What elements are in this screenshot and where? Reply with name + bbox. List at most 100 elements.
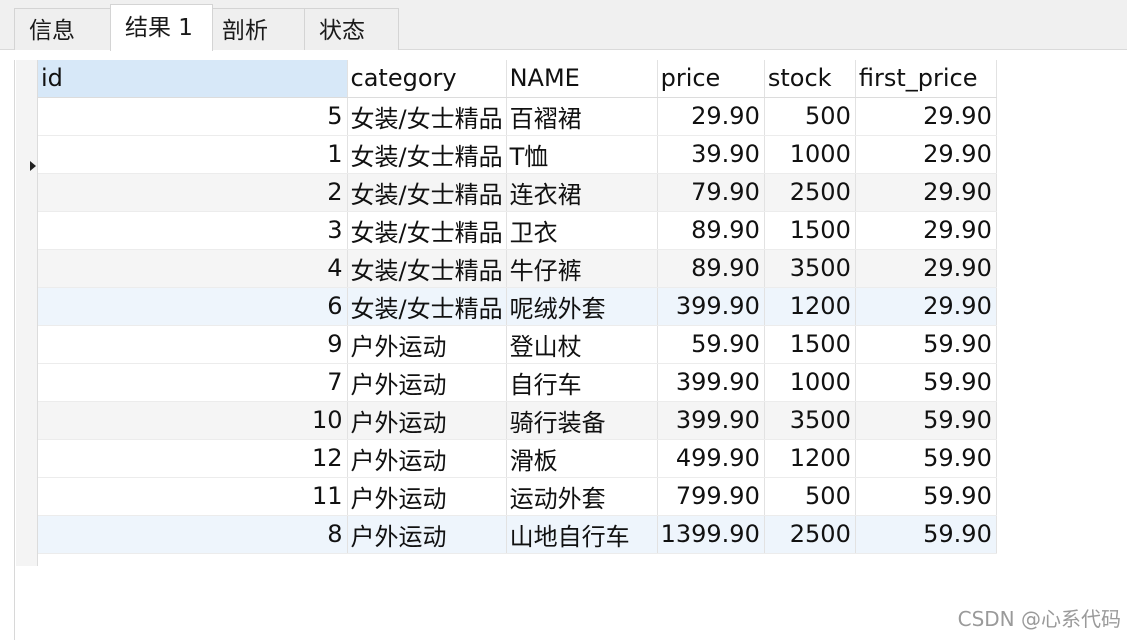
cell-category[interactable]: 户外运动 — [347, 401, 507, 440]
cell-price[interactable]: 29.90 — [657, 97, 765, 136]
cell-first-price[interactable]: 29.90 — [855, 211, 997, 250]
cell-stock[interactable]: 500 — [764, 477, 856, 516]
cell-name[interactable]: 连衣裙 — [506, 173, 658, 212]
watermark-text: CSDN @心系代码 — [957, 607, 1121, 631]
cell-category[interactable]: 户外运动 — [347, 477, 507, 516]
cell-id[interactable]: 12 — [38, 439, 348, 478]
cell-stock[interactable]: 1000 — [764, 363, 856, 402]
tab-bar: 信息 结果 1 剖析 状态 — [0, 0, 1127, 51]
cell-first-price[interactable]: 29.90 — [855, 135, 997, 174]
cell-price[interactable]: 399.90 — [657, 287, 765, 326]
cell-category[interactable]: 户外运动 — [347, 515, 507, 554]
cell-category[interactable]: 户外运动 — [347, 363, 507, 402]
cell-first-price[interactable]: 59.90 — [855, 477, 997, 516]
cell-first-price[interactable]: 59.90 — [855, 401, 997, 440]
table-row[interactable]: 11 户外运动 运动外套 799.90 500 59.90 — [38, 477, 997, 516]
cell-id[interactable]: 4 — [38, 249, 348, 288]
cell-first-price[interactable]: 29.90 — [855, 97, 997, 136]
cell-first-price[interactable]: 59.90 — [855, 439, 997, 478]
cell-name[interactable]: 骑行装备 — [506, 401, 658, 440]
column-header-price[interactable]: price — [657, 60, 765, 98]
table-row[interactable]: 2 女装/女士精品 连衣裙 79.90 2500 29.90 — [38, 173, 997, 212]
cell-id[interactable]: 10 — [38, 401, 348, 440]
cell-stock[interactable]: 1500 — [764, 325, 856, 364]
cell-stock[interactable]: 1200 — [764, 439, 856, 478]
cell-price[interactable]: 59.90 — [657, 325, 765, 364]
cell-name[interactable]: 牛仔裤 — [506, 249, 658, 288]
cell-price[interactable]: 399.90 — [657, 363, 765, 402]
cell-category[interactable]: 户外运动 — [347, 439, 507, 478]
cell-name[interactable]: 运动外套 — [506, 477, 658, 516]
column-header-category[interactable]: category — [347, 60, 507, 98]
cell-price[interactable]: 89.90 — [657, 249, 765, 288]
cell-name[interactable]: T恤 — [506, 135, 658, 174]
cell-id[interactable]: 1 — [38, 135, 348, 174]
cell-first-price[interactable]: 59.90 — [855, 515, 997, 554]
table-row[interactable]: 5 女装/女士精品 百褶裙 29.90 500 29.90 — [38, 97, 997, 136]
cell-id[interactable]: 3 — [38, 211, 348, 250]
cell-price[interactable]: 79.90 — [657, 173, 765, 212]
cell-stock[interactable]: 500 — [764, 97, 856, 136]
cell-stock[interactable]: 1000 — [764, 135, 856, 174]
column-header-name[interactable]: NAME — [506, 60, 658, 98]
cell-category[interactable]: 女装/女士精品 — [347, 173, 507, 212]
cell-category[interactable]: 户外运动 — [347, 325, 507, 364]
header-row: id category NAME price stock first_price — [38, 60, 997, 98]
cell-name[interactable]: 呢绒外套 — [506, 287, 658, 326]
row-indicator-column[interactable] — [16, 60, 38, 566]
tab-info[interactable]: 信息 — [14, 8, 111, 50]
cell-id[interactable]: 8 — [38, 515, 348, 554]
cell-id[interactable]: 11 — [38, 477, 348, 516]
table-row[interactable]: 7 户外运动 自行车 399.90 1000 59.90 — [38, 363, 997, 402]
cell-category[interactable]: 女装/女士精品 — [347, 249, 507, 288]
cell-first-price[interactable]: 59.90 — [855, 363, 997, 402]
cell-first-price[interactable]: 29.90 — [855, 249, 997, 288]
cell-id[interactable]: 2 — [38, 173, 348, 212]
cell-stock[interactable]: 1200 — [764, 287, 856, 326]
cell-first-price[interactable]: 29.90 — [855, 173, 997, 212]
table-row[interactable]: 10 户外运动 骑行装备 399.90 3500 59.90 — [38, 401, 997, 440]
tab-result-1[interactable]: 结果 1 — [110, 4, 213, 51]
cell-price[interactable]: 399.90 — [657, 401, 765, 440]
cell-price[interactable]: 1399.90 — [657, 515, 765, 554]
cell-id[interactable]: 7 — [38, 363, 348, 402]
caret-right-icon — [30, 161, 36, 171]
cell-name[interactable]: 自行车 — [506, 363, 658, 402]
cell-stock[interactable]: 3500 — [764, 249, 856, 288]
column-header-id[interactable]: id — [38, 60, 348, 98]
cell-name[interactable]: 山地自行车 — [506, 515, 658, 554]
cell-category[interactable]: 女装/女士精品 — [347, 287, 507, 326]
tab-profile[interactable]: 剖析 — [207, 8, 305, 50]
cell-first-price[interactable]: 59.90 — [855, 325, 997, 364]
cell-stock[interactable]: 1500 — [764, 211, 856, 250]
cell-id[interactable]: 5 — [38, 97, 348, 136]
table-row[interactable]: 1 女装/女士精品 T恤 39.90 1000 29.90 — [38, 135, 997, 174]
column-header-first-price[interactable]: first_price — [855, 60, 997, 98]
cell-category[interactable]: 女装/女士精品 — [347, 135, 507, 174]
table-row[interactable]: 12 户外运动 滑板 499.90 1200 59.90 — [38, 439, 997, 478]
column-header-stock[interactable]: stock — [764, 60, 856, 98]
cell-stock[interactable]: 2500 — [764, 515, 856, 554]
table-row[interactable]: 3 女装/女士精品 卫衣 89.90 1500 29.90 — [38, 211, 997, 250]
table-row[interactable]: 9 户外运动 登山杖 59.90 1500 59.90 — [38, 325, 997, 364]
cell-id[interactable]: 9 — [38, 325, 348, 364]
table-row[interactable]: 6 女装/女士精品 呢绒外套 399.90 1200 29.90 — [38, 287, 997, 326]
cell-stock[interactable]: 2500 — [764, 173, 856, 212]
cell-category[interactable]: 女装/女士精品 — [347, 211, 507, 250]
cell-first-price[interactable]: 29.90 — [855, 287, 997, 326]
table-row[interactable]: 4 女装/女士精品 牛仔裤 89.90 3500 29.90 — [38, 249, 997, 288]
cell-price[interactable]: 499.90 — [657, 439, 765, 478]
cell-id[interactable]: 6 — [38, 287, 348, 326]
cell-stock[interactable]: 3500 — [764, 401, 856, 440]
table-row[interactable]: 8 户外运动 山地自行车 1399.90 2500 59.90 — [38, 515, 997, 554]
cell-price[interactable]: 39.90 — [657, 135, 765, 174]
cell-category[interactable]: 女装/女士精品 — [347, 97, 507, 136]
tab-status[interactable]: 状态 — [304, 8, 399, 50]
cell-name[interactable]: 百褶裙 — [506, 97, 658, 136]
cell-price[interactable]: 799.90 — [657, 477, 765, 516]
cell-name[interactable]: 登山杖 — [506, 325, 658, 364]
cell-name[interactable]: 卫衣 — [506, 211, 658, 250]
cell-name[interactable]: 滑板 — [506, 439, 658, 478]
cell-price[interactable]: 89.90 — [657, 211, 765, 250]
result-grid-area: id category NAME price stock first_price… — [0, 50, 1127, 640]
